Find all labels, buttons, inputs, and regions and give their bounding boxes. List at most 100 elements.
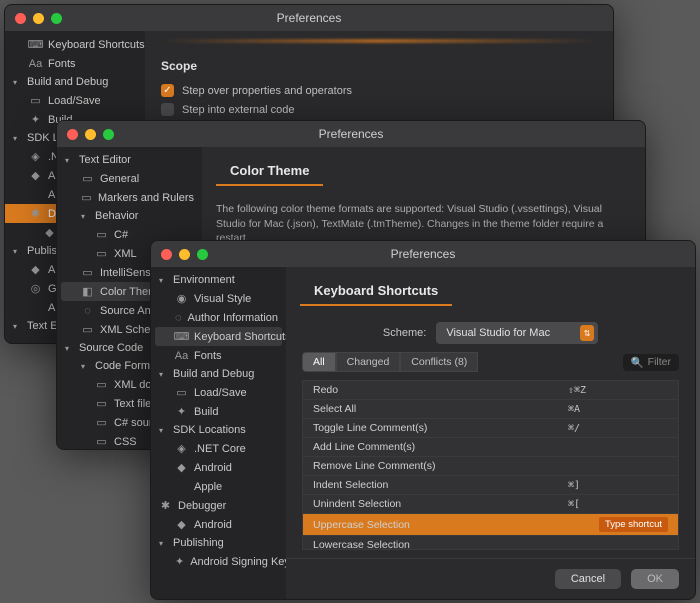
android-icon: ◆ xyxy=(175,518,188,531)
sidebar-item[interactable]: ✱Debugger xyxy=(151,496,286,515)
sidebar-group[interactable]: ▾Environment xyxy=(151,271,286,289)
table-row[interactable]: Select All⌘A xyxy=(303,400,678,419)
file-icon: ▭ xyxy=(95,397,108,410)
net-icon: ◈ xyxy=(29,150,42,163)
sidebar-item[interactable]: ▭Load/Save xyxy=(151,383,286,402)
user-icon: ◌ xyxy=(175,311,182,324)
android-icon: ◆ xyxy=(43,226,56,239)
titlebar[interactable]: Preferences xyxy=(5,5,613,31)
file-icon: ▭ xyxy=(95,378,108,391)
net-icon: ◈ xyxy=(175,442,188,455)
window-title: Preferences xyxy=(57,127,645,141)
sidebar-group[interactable]: ▾SDK Locations xyxy=(151,421,286,439)
intellisense-icon: ▭ xyxy=(81,266,94,279)
tab-all[interactable]: All xyxy=(302,352,336,372)
checkbox-icon[interactable] xyxy=(161,103,174,116)
sidebar-group[interactable]: ▾Text Editor xyxy=(57,151,202,169)
save-icon: ▭ xyxy=(29,94,42,107)
window-title: Preferences xyxy=(151,247,695,261)
keyboard-icon: ⌨ xyxy=(29,38,42,51)
sidebar-item-keyboard-shortcuts[interactable]: ⌨Keyboard Shortcuts xyxy=(155,327,282,346)
file-icon: ▭ xyxy=(95,435,108,448)
table-row[interactable]: Add Line Comment(s) xyxy=(303,438,678,457)
titlebar[interactable]: Preferences xyxy=(151,241,695,267)
chevron-down-icon: ▾ xyxy=(13,322,21,331)
cancel-button[interactable]: Cancel xyxy=(555,569,621,589)
android-icon: ◆ xyxy=(29,263,42,276)
tab-conflicts[interactable]: Conflicts (8) xyxy=(400,352,478,372)
scheme-select[interactable]: Visual Studio for Mac ⇅ xyxy=(436,322,598,344)
palette-icon: ◧ xyxy=(81,285,94,298)
sidebar-item[interactable]: ⌨Keyboard Shortcuts xyxy=(5,35,145,54)
sidebar-item[interactable]: ◌Author Information xyxy=(151,308,286,327)
sidebar-item[interactable]: AaFonts xyxy=(151,346,286,365)
section-heading: Scope xyxy=(161,59,597,73)
chevron-down-icon: ▾ xyxy=(65,156,73,165)
checkbox-row[interactable]: Step over properties and operators xyxy=(161,81,597,100)
key-icon: ✦ xyxy=(175,555,184,568)
prefs-window-3: Preferences ▾Environment ◉Visual Style ◌… xyxy=(150,240,696,600)
bug-icon: ✱ xyxy=(29,207,42,220)
table-row[interactable]: Indent Selection⌘] xyxy=(303,476,678,495)
sidebar-group[interactable]: ▾Publishing xyxy=(151,534,286,552)
doc-icon: ▭ xyxy=(81,172,94,185)
checkbox-row[interactable]: Step into external code xyxy=(161,100,597,119)
sidebar-item[interactable]: ✦Android Signing Keys xyxy=(151,552,286,571)
apple-icon xyxy=(29,188,42,201)
google-icon: ◎ xyxy=(29,282,42,295)
chevron-updown-icon: ⇅ xyxy=(580,325,594,341)
csharp-icon: ▭ xyxy=(95,228,108,241)
sidebar-item[interactable]: ◆Android xyxy=(151,515,286,534)
sidebar-item[interactable]: ▭Load/Save xyxy=(5,91,145,110)
sidebar-item[interactable]: AaFonts xyxy=(5,54,145,73)
sidebar-group[interactable]: ▾Build and Debug xyxy=(151,365,286,383)
type-shortcut-chip[interactable]: Type shortcut xyxy=(599,517,668,532)
chevron-down-icon: ▾ xyxy=(13,134,21,143)
eye-icon: ◉ xyxy=(175,292,188,305)
table-row[interactable]: Redo⇧⌘Z xyxy=(303,381,678,400)
checkbox-icon[interactable] xyxy=(161,84,174,97)
xml-icon: ▭ xyxy=(95,247,108,260)
tab-changed[interactable]: Changed xyxy=(336,352,401,372)
sidebar-item[interactable]: ▭General xyxy=(57,169,202,188)
sidebar-item[interactable]: ◈.NET Core xyxy=(151,439,286,458)
chevron-down-icon: ▾ xyxy=(159,426,167,435)
keyboard-icon: ⌨ xyxy=(175,330,188,343)
chevron-down-icon: ▾ xyxy=(81,212,89,221)
filter-input[interactable]: 🔍Filter xyxy=(623,354,679,371)
content-pane: Keyboard Shortcuts Scheme: Visual Studio… xyxy=(286,267,695,599)
table-row[interactable]: Lowercase Selection xyxy=(303,536,678,550)
sidebar-item[interactable]: ▭Markers and Rulers xyxy=(57,188,202,207)
analysis-icon: ◌ xyxy=(81,304,94,317)
file-icon: ▭ xyxy=(95,416,108,429)
sidebar-group[interactable]: ▾Build and Debug xyxy=(5,73,145,91)
sidebar: ▾Environment ◉Visual Style ◌Author Infor… xyxy=(151,267,286,599)
ruler-icon: ▭ xyxy=(81,191,92,204)
chevron-down-icon: ▾ xyxy=(13,78,21,87)
sidebar-item[interactable]: Apple xyxy=(151,477,286,496)
apple-icon xyxy=(29,301,42,314)
table-row[interactable]: Remove Line Comment(s) xyxy=(303,457,678,476)
sidebar-group[interactable]: ▾Behavior xyxy=(57,207,202,225)
sidebar-item[interactable]: ◉Visual Style xyxy=(151,289,286,308)
scheme-label: Scheme: xyxy=(383,327,426,339)
table-row[interactable]: Toggle Line Comment(s)⌘/ xyxy=(303,419,678,438)
sidebar-item[interactable]: ◆Android xyxy=(151,458,286,477)
sidebar-item[interactable]: ✦Build xyxy=(151,402,286,421)
page-heading: Keyboard Shortcuts xyxy=(300,273,452,306)
accent-bar xyxy=(161,39,597,43)
table-row[interactable]: Unindent Selection⌘[ xyxy=(303,495,678,514)
titlebar[interactable]: Preferences xyxy=(57,121,645,147)
chevron-down-icon: ▾ xyxy=(159,539,167,548)
android-icon: ◆ xyxy=(29,169,42,182)
page-heading: Color Theme xyxy=(216,153,323,186)
font-icon: Aa xyxy=(175,349,188,362)
ok-button[interactable]: OK xyxy=(631,569,679,589)
chevron-down-icon: ▾ xyxy=(159,370,167,379)
search-icon: 🔍 xyxy=(631,356,644,369)
table-row-selected[interactable]: Uppercase SelectionType shortcut xyxy=(303,514,678,536)
save-icon: ▭ xyxy=(175,386,188,399)
build-icon: ✦ xyxy=(175,405,188,418)
build-icon: ✦ xyxy=(29,113,42,126)
android-icon: ◆ xyxy=(175,461,188,474)
